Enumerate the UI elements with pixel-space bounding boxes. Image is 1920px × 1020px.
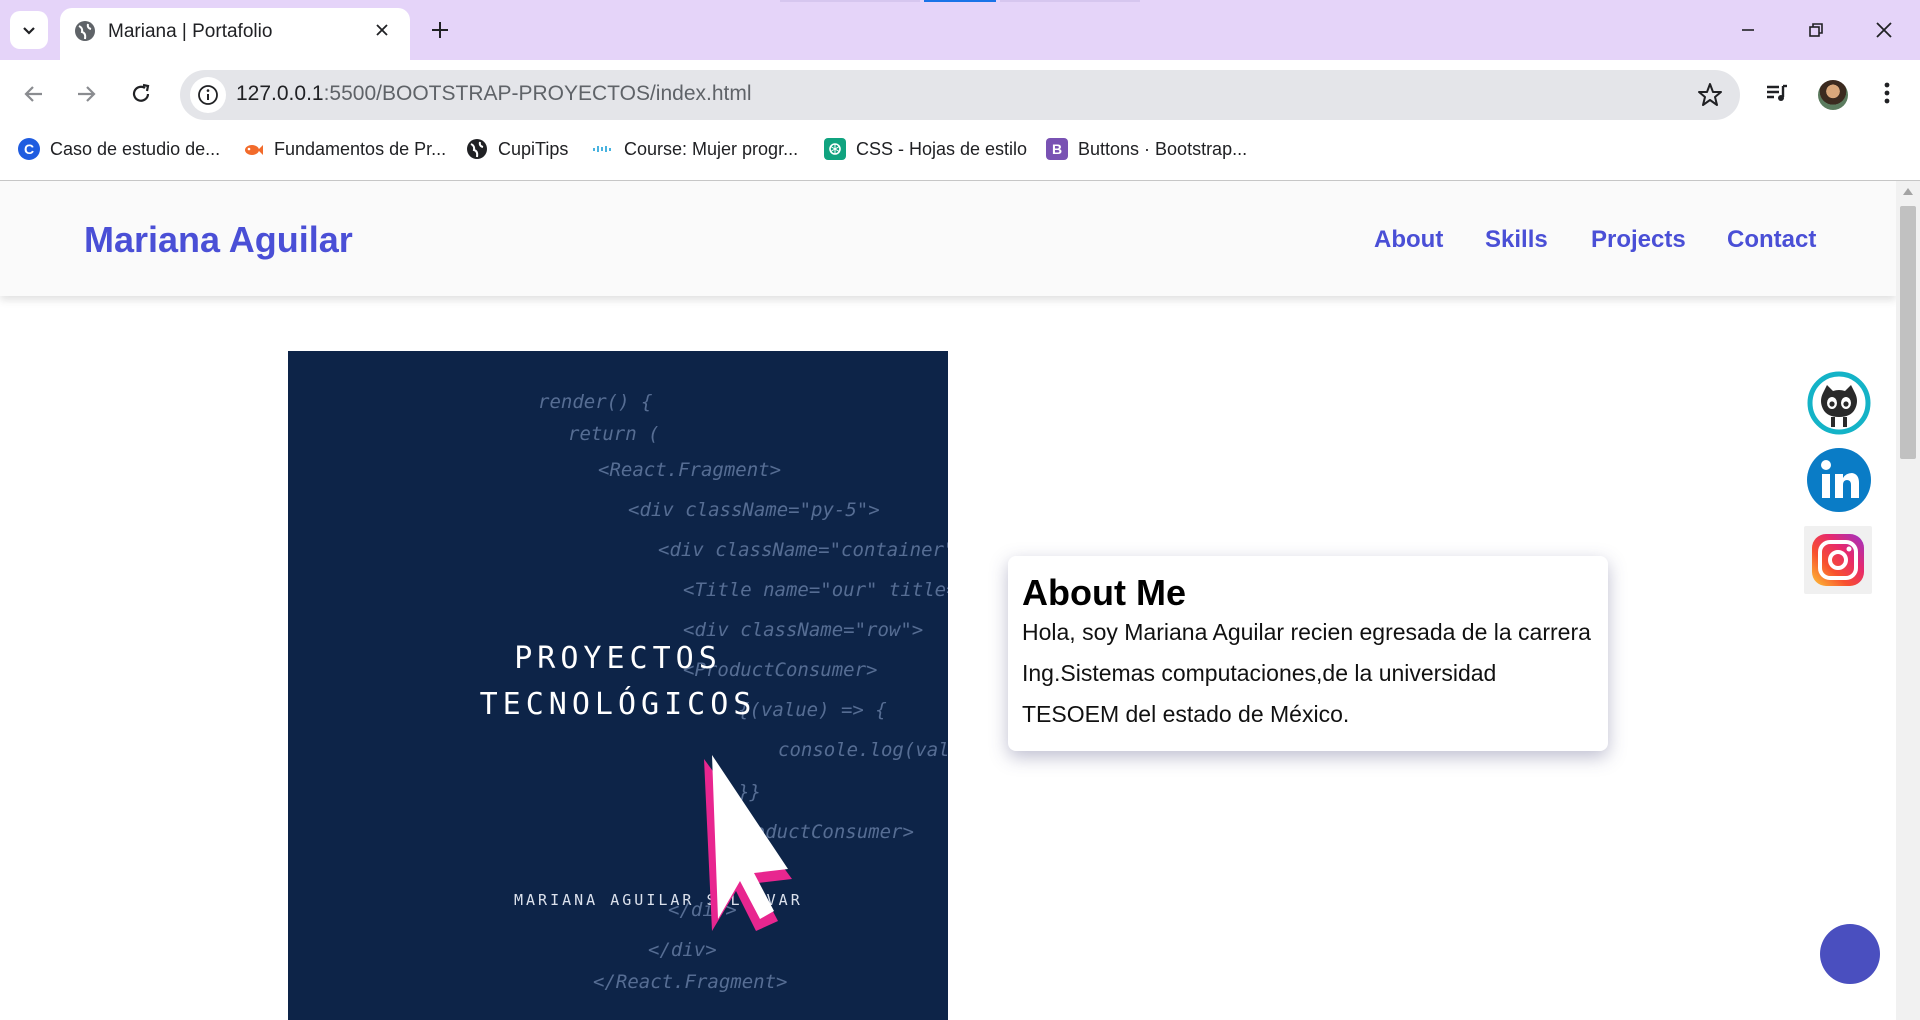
plus-icon — [432, 22, 448, 38]
bootstrap-icon: B — [1046, 138, 1068, 160]
github-link[interactable] — [1805, 369, 1873, 437]
back-button[interactable] — [16, 76, 52, 112]
tab-group-indicators — [780, 0, 1140, 3]
fish-icon — [242, 138, 264, 160]
hero-title-line2: TECNOLÓGICOS — [479, 687, 757, 722]
about-card: About Me Hola, soy Mariana Aguilar recie… — [1008, 556, 1608, 751]
chevron-down-icon — [23, 27, 35, 35]
globe-icon — [75, 21, 95, 41]
more-vertical-icon — [1884, 82, 1890, 104]
bookmark-item[interactable]: Course: Mujer progr... — [592, 134, 798, 164]
about-text: Hola, soy Mariana Aguilar recien egresad… — [1022, 619, 1591, 727]
linkedin-link[interactable] — [1805, 446, 1873, 514]
new-tab-button[interactable] — [424, 14, 456, 46]
tab-title: Mariana | Portafolio — [108, 21, 273, 42]
reload-button[interactable] — [123, 76, 159, 112]
browser-tab[interactable]: Mariana | Portafolio — [60, 8, 410, 60]
nav-link-projects[interactable]: Projects — [1591, 226, 1686, 254]
mouse-pointer-icon — [704, 755, 792, 931]
code-background: render() { return ( <React.Fragment> <di… — [538, 391, 948, 993]
minimize-button[interactable] — [1730, 12, 1766, 48]
restore-button[interactable] — [1798, 12, 1834, 48]
url-text[interactable]: 127.0.0.1:5500/BOOTSTRAP-PROYECTOS/index… — [236, 82, 752, 106]
scroll-up-arrow-icon[interactable] — [1903, 188, 1913, 195]
globe-icon — [466, 138, 488, 160]
bookmark-item[interactable]: CupiTips — [466, 134, 568, 164]
nav-link-about[interactable]: About — [1374, 226, 1443, 254]
arrow-left-icon — [24, 86, 42, 102]
forward-button[interactable] — [68, 76, 104, 112]
nav-link-contact[interactable]: Contact — [1727, 226, 1816, 254]
linkedin-icon — [1807, 448, 1871, 512]
tab-search-button[interactable] — [10, 11, 48, 49]
close-icon — [1876, 22, 1892, 38]
tab-strip: Mariana | Portafolio — [0, 0, 1920, 60]
address-bar[interactable]: 127.0.0.1:5500/BOOTSTRAP-PROYECTOS/index… — [180, 70, 1740, 120]
arrow-right-icon — [78, 86, 96, 102]
reload-icon — [132, 83, 150, 102]
bookmark-star-icon[interactable] — [1696, 81, 1724, 109]
bookmark-item[interactable]: C Caso de estudio de... — [18, 134, 220, 164]
coursera-icon: C — [18, 138, 40, 160]
site-brand[interactable]: Mariana Aguilar — [84, 219, 353, 261]
minimize-icon — [1742, 29, 1754, 31]
close-icon — [376, 24, 388, 36]
restore-icon — [1809, 23, 1823, 37]
page-viewport: Mariana Aguilar About Skills Projects Co… — [0, 181, 1896, 1020]
instagram-link[interactable] — [1804, 526, 1872, 594]
site-info-icon[interactable] — [190, 77, 226, 113]
browser-menu-button[interactable] — [1870, 76, 1904, 110]
instagram-icon — [1812, 534, 1864, 586]
hero-image: render() { return ( <React.Fragment> <di… — [288, 351, 948, 1020]
close-window-button[interactable] — [1866, 12, 1902, 48]
profile-avatar[interactable] — [1818, 80, 1848, 110]
hero-title-line1: PROYECTOS — [514, 641, 722, 676]
media-control-button[interactable] — [1760, 76, 1794, 110]
floating-action-button[interactable] — [1820, 924, 1880, 984]
nav-link-skills[interactable]: Skills — [1485, 226, 1548, 254]
bookmarks-bar: C Caso de estudio de... Fundamentos de P… — [0, 125, 1920, 175]
bookmark-item[interactable]: CSS - Hojas de estilo — [824, 134, 1027, 164]
github-icon — [1807, 371, 1871, 435]
openai-icon — [824, 138, 846, 160]
page-scrollbar[interactable] — [1896, 181, 1920, 1020]
tab-close-button[interactable] — [370, 18, 394, 42]
scroll-thumb[interactable] — [1900, 206, 1916, 459]
cisco-icon — [592, 138, 614, 160]
bookmark-item[interactable]: Fundamentos de Pr... — [242, 134, 446, 164]
about-heading: About Me — [1022, 572, 1186, 613]
playlist-music-icon — [1767, 84, 1787, 101]
site-navbar: Mariana Aguilar About Skills Projects Co… — [0, 181, 1896, 296]
bookmark-item[interactable]: B Buttons · Bootstrap... — [1046, 134, 1247, 164]
